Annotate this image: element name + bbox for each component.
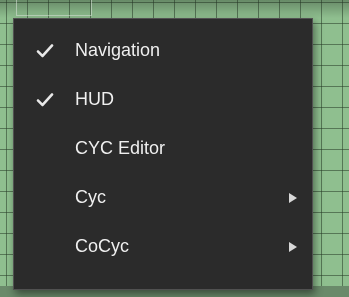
menu-item-cyc-editor[interactable]: CYC Editor (14, 124, 312, 173)
submenu-arrow-icon (289, 241, 297, 252)
submenu-arrow-icon (289, 192, 297, 203)
checkmark-icon (35, 90, 55, 110)
menu-item-navigation[interactable]: Navigation (14, 26, 312, 75)
menu-item-cyc[interactable]: Cyc (14, 173, 312, 222)
menu-item-label: HUD (75, 89, 114, 109)
menu-item-label: Cyc (75, 187, 106, 207)
checkmark-icon (35, 41, 55, 61)
viewport-top-bar (0, 0, 349, 18)
view-menu-tab[interactable] (16, 0, 92, 16)
menu-item-label: CYC Editor (75, 138, 166, 158)
menu-item-cocyc[interactable]: CoCyc (14, 222, 312, 271)
view-context-menu: Navigation HUD CYC Editor Cyc CoCyc (13, 18, 313, 290)
menu-item-label: Navigation (75, 40, 161, 60)
menu-item-hud[interactable]: HUD (14, 75, 312, 124)
menu-item-label: CoCyc (75, 236, 130, 256)
